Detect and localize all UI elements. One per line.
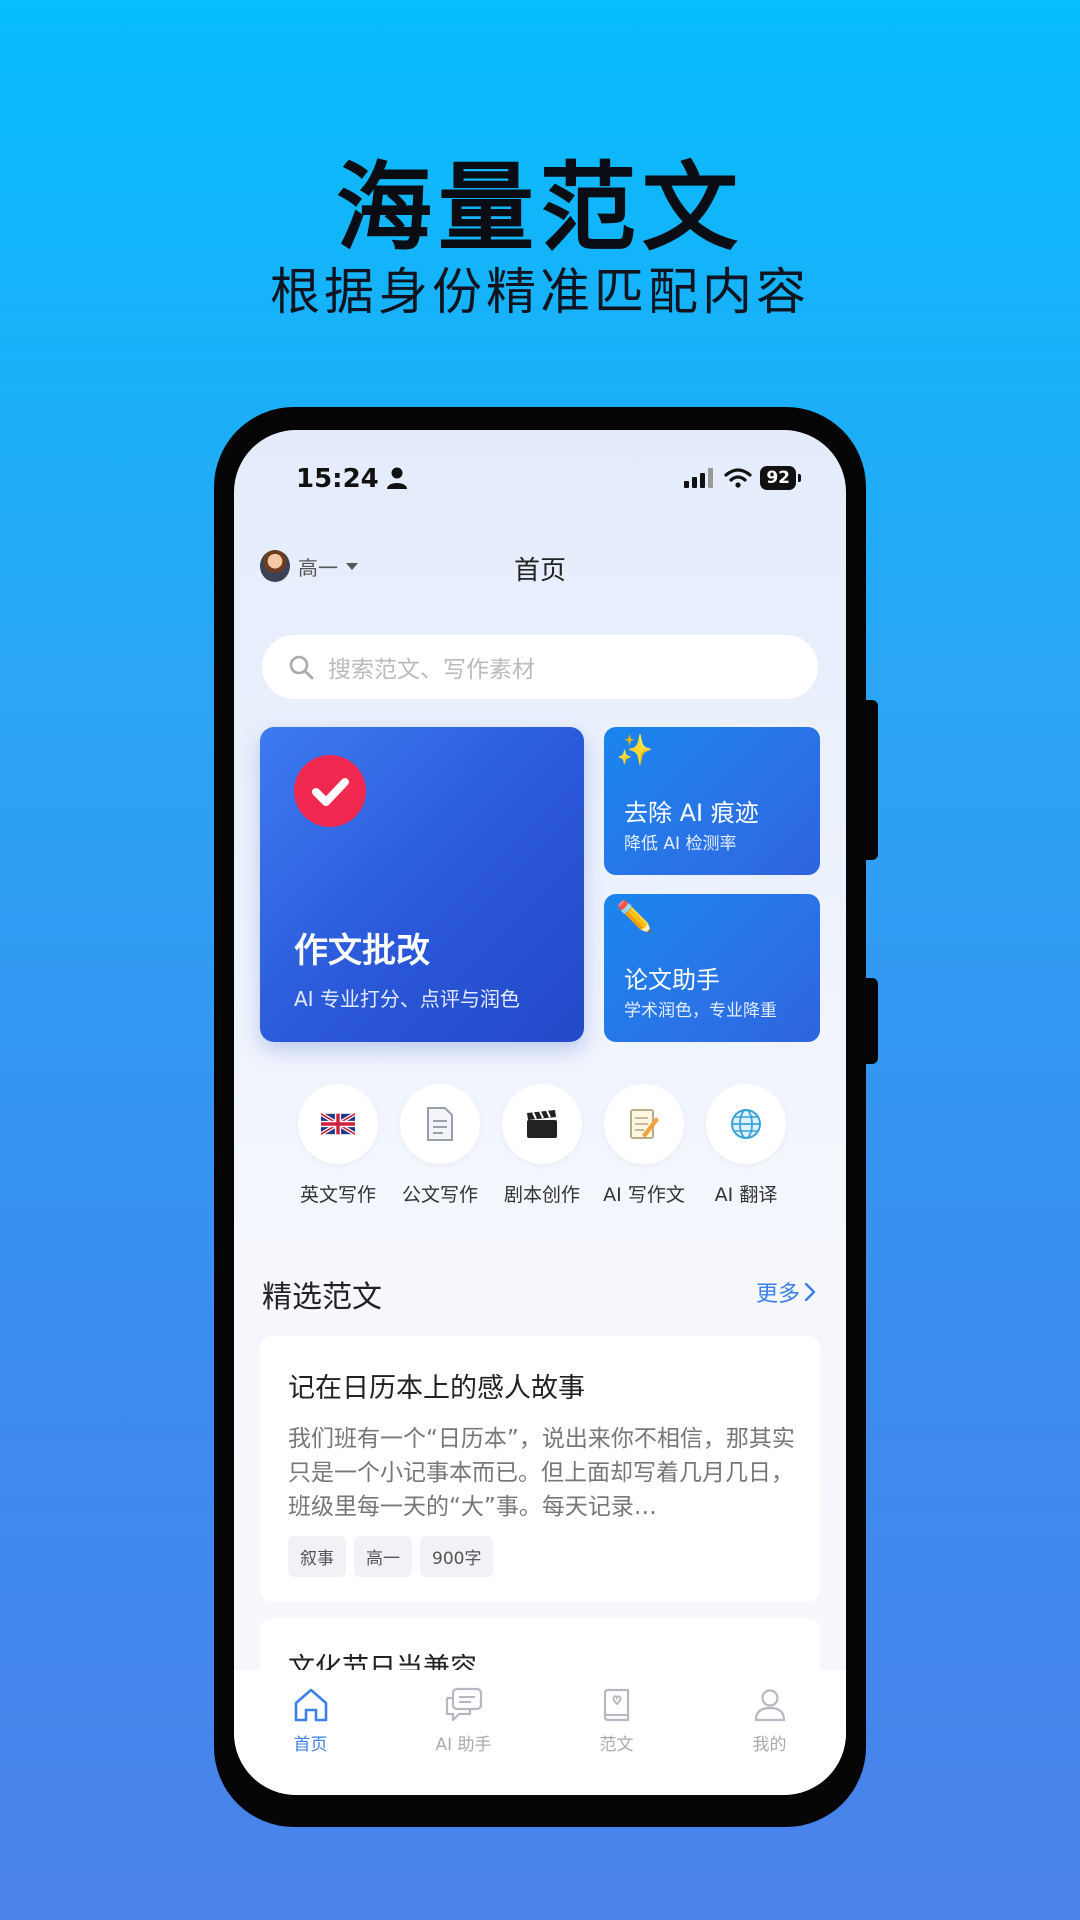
card-subtitle: 学术润色，专业降重	[624, 1001, 777, 1021]
phone-screen: 15:24 92 高一 首页 搜索范文、写作素材 作文批改 AI 专业打分、点评…	[234, 430, 846, 1795]
tag: 高一	[354, 1536, 412, 1577]
tag: 叙事	[288, 1536, 346, 1577]
shortcut-label: AI 翻译	[714, 1184, 778, 1206]
chat-icon	[445, 1687, 482, 1722]
tag: 900字	[420, 1536, 494, 1577]
card-title: 作文批改	[294, 931, 430, 971]
uk-flag-icon	[298, 1084, 378, 1164]
shortcut-script-creation[interactable]: 剧本创作	[501, 1084, 583, 1207]
shortcut-ai-essay[interactable]: AI 写作文	[603, 1084, 685, 1207]
section-title: 精选范文	[262, 1280, 382, 1315]
tab-essays[interactable]: 范文	[540, 1670, 693, 1795]
thesis-assistant-card[interactable]: ✏️ 论文助手 学术润色，专业降重	[604, 894, 820, 1042]
home-icon	[294, 1688, 327, 1722]
essay-grading-card[interactable]: 作文批改 AI 专业打分、点评与润色	[260, 727, 584, 1042]
clapperboard-icon	[502, 1084, 582, 1164]
tab-label: AI 助手	[435, 1735, 492, 1755]
document-icon	[400, 1084, 480, 1164]
person-status-icon	[387, 467, 407, 489]
grade-selector[interactable]: 高一	[260, 550, 358, 582]
phone-side-button	[864, 700, 878, 860]
status-time: 15:24	[296, 464, 379, 494]
card-title: 论文助手	[624, 966, 720, 994]
shortcut-label: 公文写作	[401, 1184, 478, 1206]
shortcut-label: 英文写作	[299, 1184, 376, 1206]
article-excerpt: 我们班有一个“日历本”，说出来你不相信，那其实只是一个小记事本而已。但上面却写着…	[288, 1426, 795, 1520]
promo-title: 海量范文	[336, 152, 744, 264]
book-icon	[603, 1688, 629, 1722]
remove-ai-trace-card[interactable]: ✨ 去除 AI 痕迹 降低 AI 检测率	[604, 727, 820, 875]
eraser-icon: ✨	[616, 733, 654, 768]
search-bar[interactable]: 搜索范文、写作素材	[262, 635, 818, 699]
shortcut-row: 英文写作 公文写作 剧本创作 AI 写作文 AI 翻译	[234, 1084, 846, 1207]
shortcut-label: 剧本创作	[503, 1184, 580, 1206]
globe-icon	[706, 1084, 786, 1164]
chevron-right-icon	[804, 1282, 816, 1302]
battery-indicator: 92	[760, 466, 801, 490]
card-subtitle: 降低 AI 检测率	[624, 834, 737, 854]
status-icons: 92	[684, 466, 801, 490]
tab-label: 我的	[752, 1735, 787, 1755]
article-tags: 叙事 高一 900字	[288, 1536, 494, 1577]
bottom-tab-bar: 首页 AI 助手 范文 我的	[234, 1670, 846, 1795]
shortcut-official-writing[interactable]: 公文写作	[399, 1084, 481, 1207]
search-icon	[289, 655, 314, 680]
check-circle-icon	[294, 755, 366, 827]
tab-mine[interactable]: 我的	[693, 1670, 846, 1795]
more-label: 更多	[755, 1282, 800, 1307]
shortcut-ai-translate[interactable]: AI 翻译	[705, 1084, 787, 1207]
phone-side-button	[864, 978, 878, 1064]
more-link[interactable]: 更多	[756, 1276, 816, 1308]
search-placeholder: 搜索范文、写作素材	[328, 657, 535, 683]
caret-down-icon	[346, 562, 358, 570]
shortcut-english-writing[interactable]: 英文写作	[297, 1084, 379, 1207]
memo-icon	[604, 1084, 684, 1164]
article-title: 记在日历本上的感人故事	[288, 1373, 585, 1404]
wifi-icon	[724, 468, 752, 488]
tab-label: 范文	[599, 1735, 634, 1755]
card-subtitle: AI 专业打分、点评与润色	[294, 987, 520, 1011]
tab-home[interactable]: 首页	[234, 1670, 387, 1795]
card-title: 去除 AI 痕迹	[624, 799, 759, 827]
article-card[interactable]: 记在日历本上的感人故事 我们班有一个“日历本”，说出来你不相信，那其实只是一个小…	[260, 1336, 820, 1602]
signal-icon	[684, 468, 714, 488]
tab-label: 首页	[293, 1735, 328, 1755]
student-avatar-icon	[260, 550, 290, 582]
tab-ai-assistant[interactable]: AI 助手	[387, 1670, 540, 1795]
shortcut-label: AI 写作文	[603, 1184, 685, 1206]
magic-wand-icon: ✏️	[616, 900, 654, 935]
user-icon	[754, 1689, 785, 1722]
promo-subtitle: 根据身份精准匹配内容	[270, 263, 810, 321]
grade-label: 高一	[298, 555, 338, 580]
